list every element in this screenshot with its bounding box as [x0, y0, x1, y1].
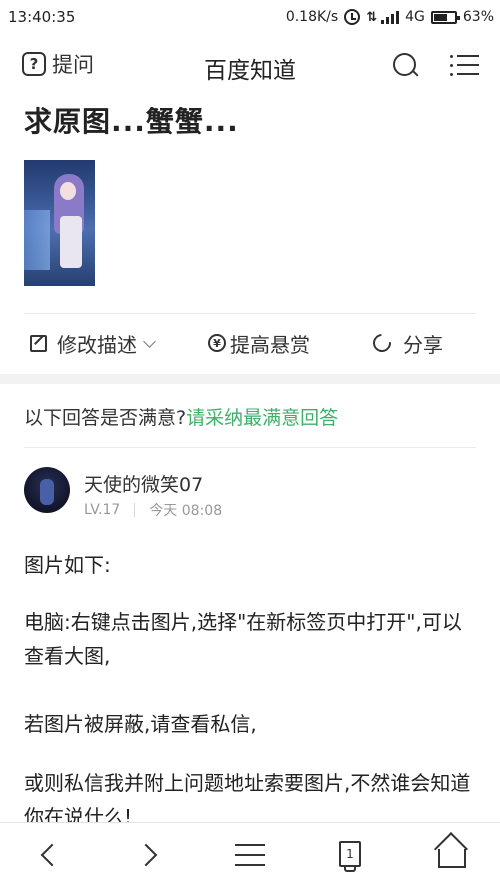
question-image[interactable]	[24, 160, 95, 286]
answer-paragraph: 图片如下:	[24, 553, 111, 577]
page-title: 百度知道	[204, 58, 296, 84]
status-time: 13:40:35	[8, 8, 76, 26]
edit-description-label: 修改描述	[57, 332, 137, 357]
network-type: 4G	[405, 9, 425, 25]
answer-author[interactable]: 天使的微笑07	[84, 470, 203, 497]
browser-bottom-bar: 1	[0, 822, 500, 888]
back-icon[interactable]	[20, 823, 80, 888]
menu-icon[interactable]	[450, 54, 480, 76]
status-bar: 13:40:35 0.18K/s ⇅ 4G 63%	[0, 0, 500, 34]
forward-icon[interactable]	[120, 823, 180, 888]
top-nav-bar: ? 提问 百度知道	[0, 34, 500, 94]
answer-meta: LV.17 今天 08:08	[84, 500, 222, 520]
answer-paragraph: 若图片被屏蔽,请查看私信,	[24, 712, 257, 736]
status-indicators: 0.18K/s ⇅ 4G 63%	[286, 7, 494, 27]
alarm-icon	[344, 9, 361, 25]
battery-level: 63%	[462, 9, 494, 25]
yen-icon: ¥	[208, 334, 226, 352]
home-icon[interactable]	[420, 823, 480, 888]
section-divider	[0, 374, 500, 384]
edit-description-button[interactable]: 修改描述	[30, 328, 156, 358]
answer-time: 今天 08:08	[149, 503, 223, 519]
share-button[interactable]: 分享	[369, 328, 443, 358]
chevron-down-icon	[143, 334, 156, 348]
satisfaction-question: 以下回答是否满意?	[24, 407, 187, 429]
satisfaction-prompt: 以下回答是否满意?请采纳最满意回答	[24, 403, 338, 430]
browser-menu-icon[interactable]	[220, 823, 280, 888]
tab-count: 1	[339, 841, 361, 872]
raise-reward-label: 提高悬赏	[230, 332, 310, 357]
author-level: LV.17	[84, 502, 121, 518]
divider	[24, 313, 476, 314]
avatar[interactable]	[24, 467, 70, 513]
answer-paragraph: 电脑:右键点击图片,选择"在新标签页中打开",可以查看大图,	[24, 610, 462, 668]
edit-icon	[30, 334, 47, 352]
question-title: 求原图...蟹蟹...	[24, 105, 239, 138]
network-speed: 0.18K/s	[285, 9, 339, 25]
share-label: 分享	[403, 332, 443, 357]
divider	[24, 447, 476, 448]
signal-icon	[381, 10, 400, 24]
battery-icon	[430, 10, 460, 24]
search-icon[interactable]	[392, 52, 420, 80]
data-transfer-icon: ⇅	[366, 9, 377, 25]
share-icon	[369, 330, 395, 356]
tabs-button[interactable]: 1	[320, 823, 380, 888]
raise-reward-button[interactable]: ¥ 提高悬赏	[208, 328, 310, 358]
accept-answer-link[interactable]: 请采纳最满意回答	[186, 407, 338, 429]
